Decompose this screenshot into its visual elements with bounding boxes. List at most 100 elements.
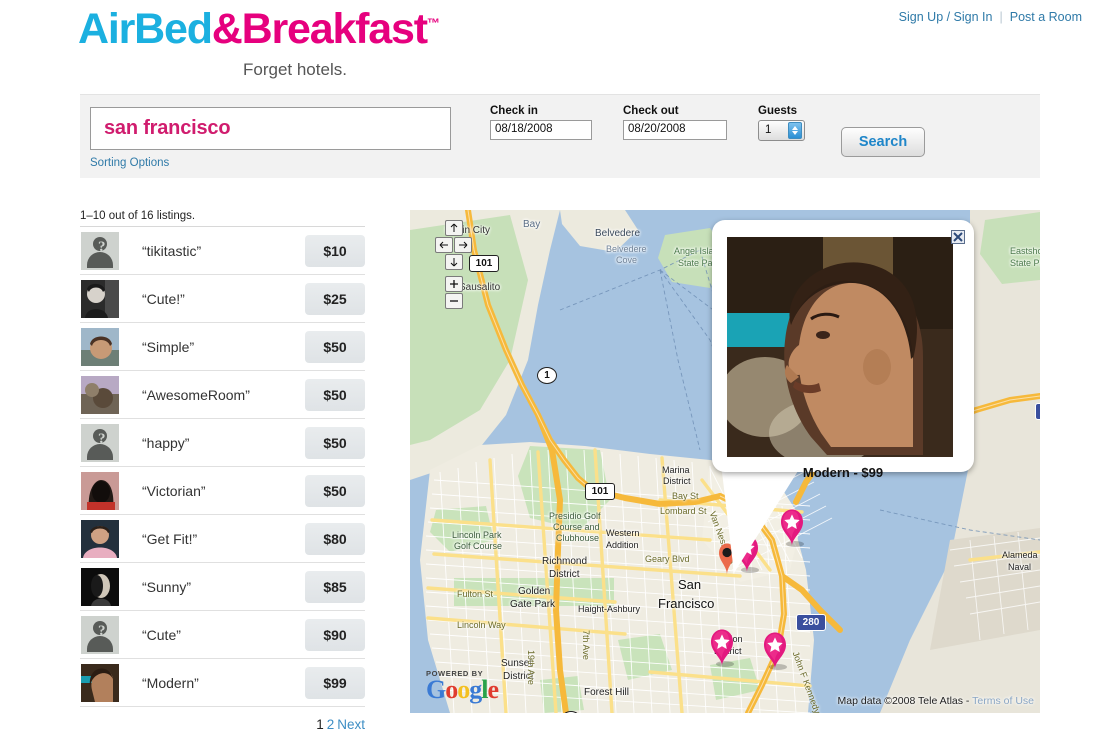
listing-pin-5[interactable] <box>761 631 789 676</box>
map-label: Sausalito <box>459 282 501 293</box>
map-label: Belvedere <box>595 228 641 239</box>
guests-field: Guests 1 <box>758 105 805 141</box>
listing-price: $80 <box>305 523 365 555</box>
logo-airbed: AirBed <box>76 5 215 53</box>
map-label: Naval <box>1008 562 1032 572</box>
listing-pin-4[interactable] <box>708 628 736 673</box>
info-bubble[interactable]: Modern - $99 <box>712 220 974 480</box>
listing-row[interactable]: “Get Fit!” $80 <box>80 515 365 563</box>
listing-thumbnail <box>81 471 119 510</box>
listing-row[interactable]: “Modern” $99 <box>80 659 365 707</box>
listing-price: $50 <box>305 427 365 459</box>
header-link-divider: | <box>999 10 1003 24</box>
google-wordmark: Google <box>426 675 499 705</box>
listing-placeholder-avatar: ? <box>81 231 119 270</box>
listing-placeholder-avatar: ? <box>81 423 119 462</box>
close-icon[interactable] <box>951 230 965 244</box>
listing-row[interactable]: “Sunny” $85 <box>80 563 365 611</box>
route-shield: 101 <box>585 483 615 500</box>
route-shield: 280 <box>796 614 826 631</box>
site-header: AirBed&Breakfast™ Forget hotels. Sign Up… <box>0 0 1110 88</box>
checkout-input[interactable]: 08/20/2008 <box>623 120 727 140</box>
pan-down-icon[interactable] <box>445 254 463 270</box>
listing-thumbnail <box>81 375 119 414</box>
map-label: Golden <box>518 586 551 597</box>
listing-price: $50 <box>305 331 365 363</box>
post-a-room-link[interactable]: Post a Room <box>1010 10 1082 24</box>
terms-of-use-link[interactable]: Terms of Use <box>972 695 1034 707</box>
map-label: Lincoln Way <box>457 620 506 630</box>
google-letter: g <box>469 675 482 705</box>
map-label: State Park <box>1010 258 1040 268</box>
listing-row[interactable]: “Victorian” $50 <box>80 467 365 515</box>
logo-trademark: ™ <box>426 15 440 31</box>
listing-price: $90 <box>305 619 365 651</box>
listing-price: $85 <box>305 571 365 603</box>
pagination: 1 2 Next <box>80 707 365 732</box>
signup-signin-link[interactable]: Sign Up / Sign In <box>899 10 993 24</box>
listing-row[interactable]: ? “tikitastic” $10 <box>80 227 365 275</box>
pan-right-icon[interactable] <box>454 237 472 253</box>
google-letter: e <box>487 675 499 705</box>
guests-value: 1 <box>765 124 772 136</box>
listing-thumbnail <box>81 279 119 318</box>
listing-price: $50 <box>305 475 365 507</box>
zoom-in-icon[interactable] <box>445 276 463 292</box>
map-label: Western <box>606 528 640 538</box>
listings-list: ? “tikitastic” $10 “Cute!” $25 “Simple” $50 “Aw… <box>80 227 365 707</box>
map-label: Golf Course <box>454 541 503 551</box>
map-label: Richmond <box>542 556 588 567</box>
map-label: Bay <box>523 219 541 230</box>
map-attribution-text: Map data ©2008 Tele Atlas - <box>837 695 973 707</box>
map-label: Clubhouse <box>556 533 600 543</box>
listing-row[interactable]: “AwesomeRoom” $50 <box>80 371 365 419</box>
map-label: Cove <box>616 255 638 265</box>
map-label: Presidio Golf <box>549 511 601 521</box>
search-input-value: san francisco <box>104 117 231 139</box>
listing-placeholder-avatar: ? <box>81 615 119 654</box>
logo-text: AirBed&Breakfast™ <box>76 5 440 53</box>
checkin-field: Check in 08/18/2008 <box>490 105 592 140</box>
map-attribution: Map data ©2008 Tele Atlas - Terms of Use <box>838 695 1034 707</box>
map-container[interactable]: Bay Belvedere Belvedere Cove Angel Island Sta… <box>410 210 1040 713</box>
listing-price: $99 <box>305 667 365 699</box>
search-input[interactable]: san francisco <box>90 107 451 150</box>
map-label: Gate Park <box>510 599 556 610</box>
search-panel: san francisco Sorting Options Check in 0… <box>80 94 1040 178</box>
sorting-options-link[interactable]: Sorting Options <box>90 157 169 169</box>
pagination-page-2[interactable]: 2 <box>327 717 335 732</box>
map-label: Alameda <box>1002 550 1038 560</box>
listing-price: $25 <box>305 283 365 315</box>
map-label: Addition <box>606 540 639 550</box>
map-label: Belvedere <box>606 244 647 254</box>
map-label: Lincoln Park <box>452 530 502 540</box>
zoom-out-icon[interactable] <box>445 293 463 309</box>
search-button[interactable]: Search <box>841 127 925 157</box>
listings-panel: 1–10 out of 16 listings. ? “tikitastic” $1… <box>80 210 365 732</box>
route-shield: 80 <box>1035 403 1040 420</box>
road-label: 19th Ave <box>526 650 536 685</box>
checkin-input[interactable]: 08/18/2008 <box>490 120 592 140</box>
map-label: Fulton St <box>457 589 494 599</box>
listing-row[interactable]: “Cute!” $25 <box>80 275 365 323</box>
guests-stepper[interactable]: 1 <box>758 120 805 141</box>
listing-thumbnail <box>81 327 119 366</box>
checkout-label: Check out <box>623 105 679 117</box>
pagination-next[interactable]: Next <box>337 717 365 732</box>
stepper-arrows-icon[interactable] <box>788 122 802 139</box>
checkin-label: Check in <box>490 105 538 117</box>
route-shield: 101 <box>469 255 499 272</box>
listing-row[interactable]: ? “Cute” $90 <box>80 611 365 659</box>
listing-row[interactable]: ? “happy” $50 <box>80 419 365 467</box>
pan-left-icon[interactable] <box>435 237 453 253</box>
map-label: Course and <box>553 522 600 532</box>
listing-price: $10 <box>305 235 365 267</box>
pagination-current: 1 <box>316 717 324 732</box>
guests-label: Guests <box>758 105 797 117</box>
site-logo[interactable]: AirBed&Breakfast™ <box>76 5 440 53</box>
listing-thumbnail <box>81 567 119 606</box>
google-letter: G <box>426 675 446 705</box>
info-bubble-photo <box>727 237 953 457</box>
listing-row[interactable]: “Simple” $50 <box>80 323 365 371</box>
pan-up-icon[interactable] <box>445 220 463 236</box>
